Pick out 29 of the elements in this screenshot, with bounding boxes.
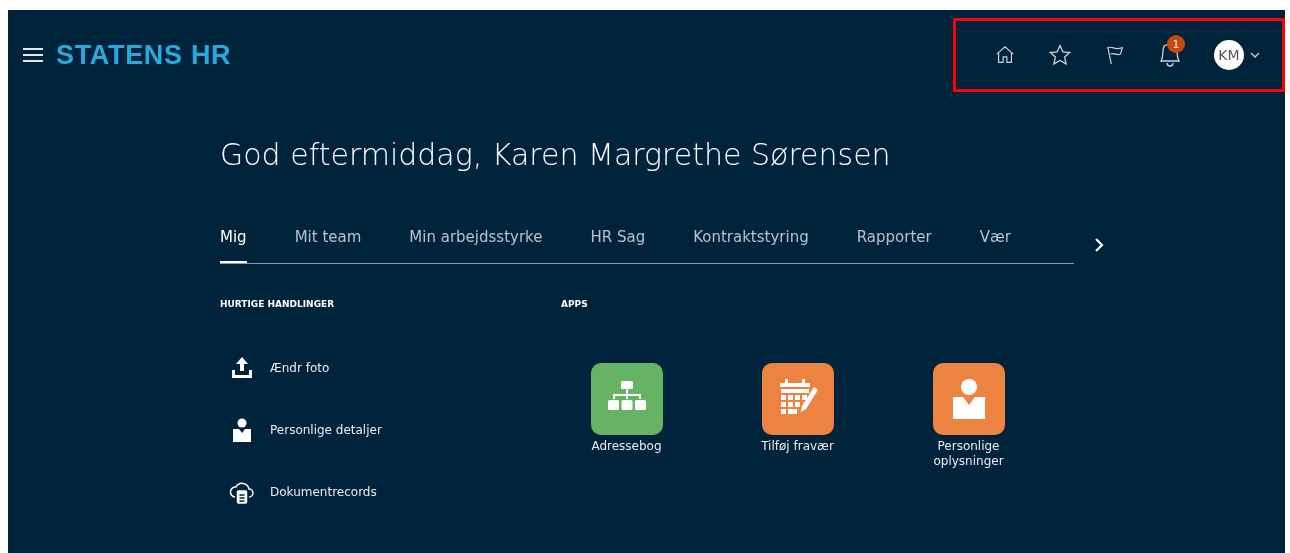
menu-icon[interactable] bbox=[23, 47, 43, 63]
tab[interactable]: Mit team bbox=[294, 226, 362, 263]
tab[interactable]: HR Sag bbox=[590, 226, 646, 263]
tab[interactable]: Vær bbox=[979, 226, 1011, 263]
quick-action-link[interactable]: Dokumentrecords bbox=[229, 480, 561, 504]
home-icon[interactable] bbox=[994, 44, 1016, 66]
person-icon bbox=[232, 418, 252, 442]
chevron-down-icon bbox=[1250, 52, 1260, 58]
section-heading: APPS bbox=[561, 297, 589, 311]
app-label: Adressebog bbox=[590, 439, 663, 454]
tab[interactable]: Kontraktstyring bbox=[693, 226, 809, 263]
section-heading: HURTIGE HANDLINGER bbox=[220, 297, 336, 311]
avatar-button[interactable]: KM bbox=[1214, 40, 1260, 70]
app-label: Tilføj fravær bbox=[760, 439, 835, 454]
app-tile[interactable]: Personlige oplysninger bbox=[883, 363, 1054, 469]
app-tile[interactable]: Tilføj fravær bbox=[712, 363, 883, 469]
chevron-right-icon[interactable] bbox=[1094, 236, 1104, 253]
tab[interactable]: Min arbejdsstyrke bbox=[409, 226, 543, 263]
avatar: KM bbox=[1214, 40, 1244, 70]
upload-icon bbox=[230, 356, 254, 380]
brand-logo[interactable]: STATENS HR bbox=[56, 34, 232, 76]
flag-icon[interactable] bbox=[1104, 44, 1126, 66]
star-icon[interactable] bbox=[1048, 43, 1072, 67]
notification-badge: 1 bbox=[1167, 35, 1185, 53]
greeting-heading: God eftermiddag, Karen Margrethe Sørensen bbox=[220, 140, 892, 170]
tab[interactable]: Rapporter bbox=[856, 226, 932, 263]
app-label: Personlige oplysninger bbox=[932, 439, 1005, 469]
cloud-document-icon bbox=[229, 480, 255, 504]
tab[interactable]: Mig bbox=[220, 226, 247, 263]
